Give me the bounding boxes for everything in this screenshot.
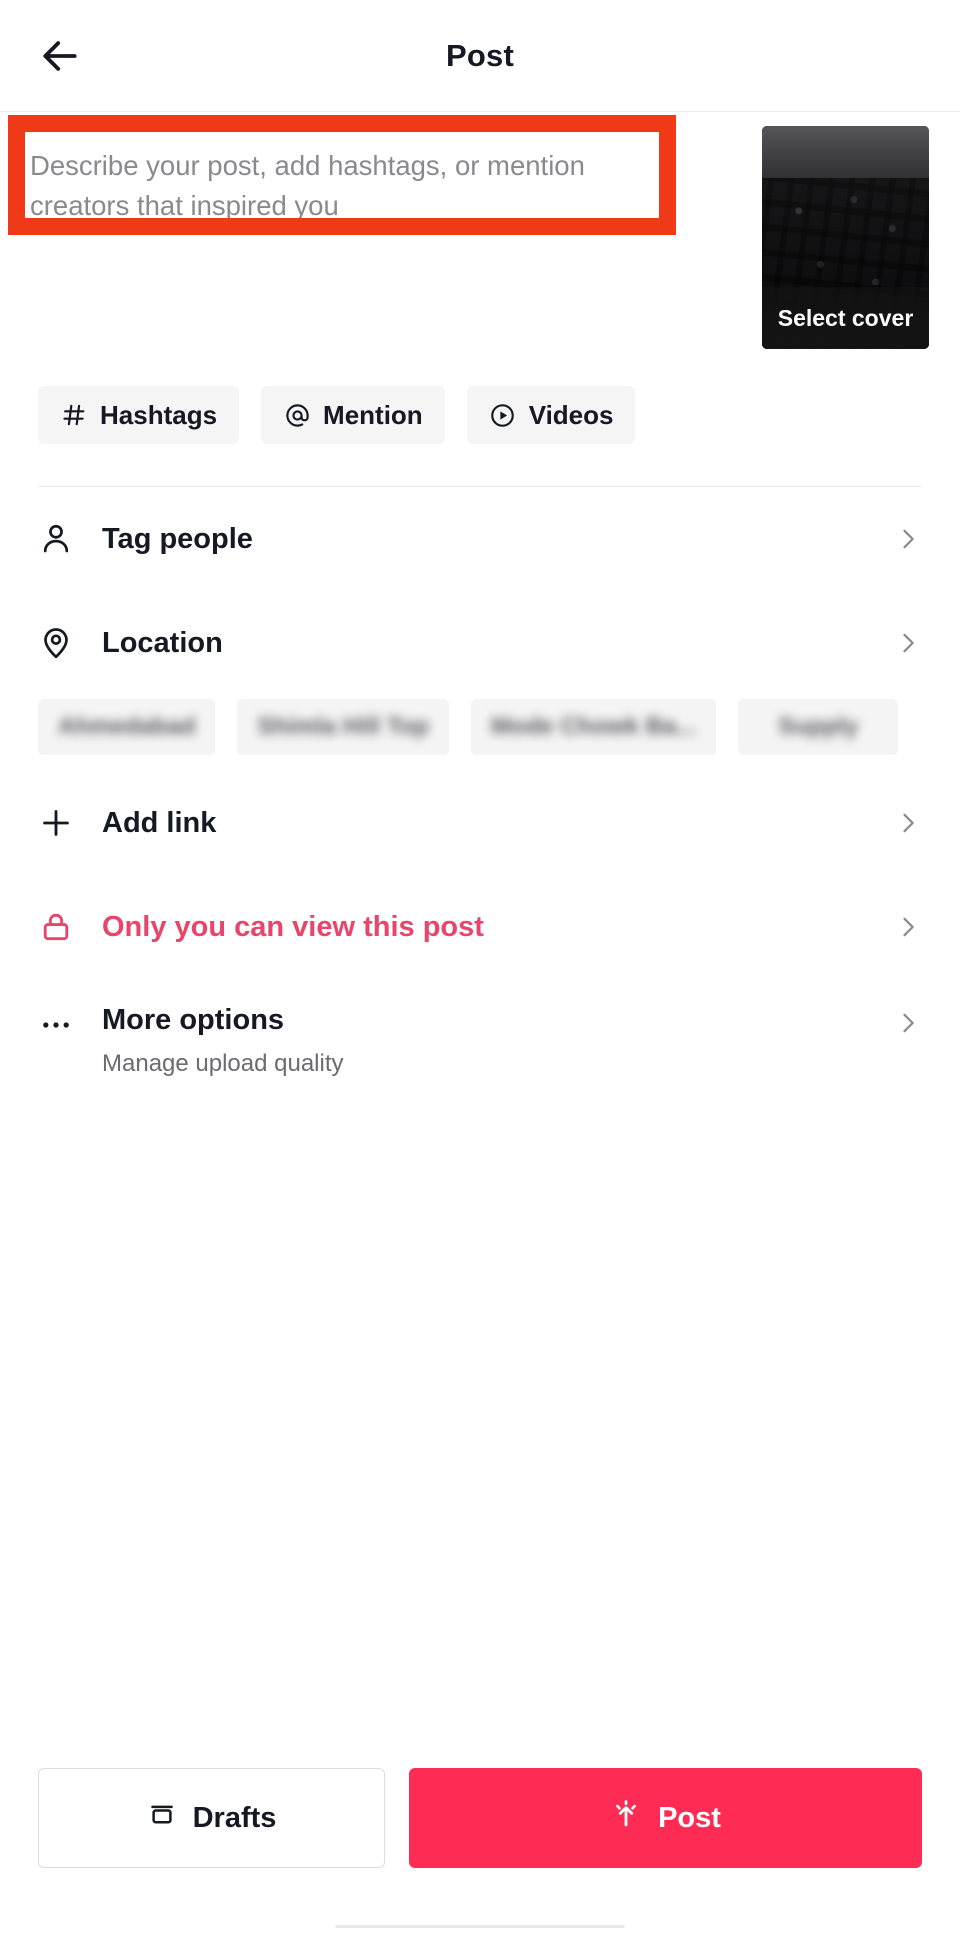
row-tag-people-label: Tag people [102,522,253,555]
chevron-right-icon [892,629,922,657]
upload-sparkle-icon [610,1798,642,1838]
location-suggestion-chip[interactable]: Supply [738,699,899,755]
archive-box-icon [147,1799,177,1837]
row-privacy-body: Only you can view this post [90,910,892,945]
location-pin-icon [38,625,90,661]
chevron-right-icon [892,809,922,837]
drafts-button-label: Drafts [192,1801,277,1834]
row-more-options[interactable]: More options Manage upload quality [38,979,922,1107]
chip-videos-label: Videos [528,399,614,430]
chevron-right-icon [892,913,922,941]
lock-icon [38,909,90,945]
row-add-link-label: Add link [102,806,217,839]
at-mention-icon [283,401,311,429]
location-suggestion-label: Ahmedabad [58,713,196,740]
person-icon [38,521,90,557]
post-screen: Post Describe your post, add hashtags, o… [0,0,960,1933]
drafts-button[interactable]: Drafts [38,1768,385,1868]
ellipsis-icon [38,1003,90,1043]
post-button[interactable]: Post [409,1768,922,1868]
chevron-right-icon [892,1003,922,1037]
caption-placeholder: Describe your post, add hashtags, or men… [30,150,585,221]
row-more-options-subtitle: Manage upload quality [102,1049,344,1077]
play-circle-icon [489,401,517,429]
location-suggestion-chip[interactable]: Shimla Hill Top [237,699,449,755]
chevron-right-icon [892,525,922,553]
location-suggestion-label: Supply [778,713,859,740]
select-cover-label: Select cover [762,287,929,349]
row-location[interactable]: Location [38,591,922,695]
insert-chips-row: Hashtags Mention Videos [0,386,960,444]
home-indicator [0,1919,960,1933]
bottom-action-bar: Drafts Post [0,1758,960,1933]
location-suggestion-chip[interactable]: Ahmedabad [38,699,216,755]
chip-videos[interactable]: Videos [466,386,636,444]
location-suggestion-chip[interactable]: Mode Chowk Ba... [470,699,717,755]
hashtag-icon [60,401,88,429]
home-indicator-bar [335,1924,625,1928]
row-add-link[interactable]: Add link [38,771,922,875]
row-location-label: Location [102,626,223,659]
options-list: Tag people Location [0,487,960,695]
chip-mention-label: Mention [323,399,423,430]
app-header: Post [0,0,960,112]
chip-hashtags-label: Hashtags [100,399,218,430]
page-title: Post [446,37,514,73]
options-list-lower: Add link Only you can view this post Mor… [0,771,960,1107]
back-button[interactable] [32,28,88,84]
location-suggestion-label: Shimla Hill Top [257,713,429,740]
chip-mention[interactable]: Mention [261,386,445,444]
row-privacy[interactable]: Only you can view this post [38,875,922,979]
row-tag-people-body: Tag people [90,522,892,557]
post-button-label: Post [658,1801,721,1834]
arrow-left-icon [43,40,77,71]
row-privacy-label: Only you can view this post [102,910,484,943]
plus-icon [38,805,90,841]
chip-hashtags[interactable]: Hashtags [38,386,240,444]
location-suggestion-chips: Ahmedabad Shimla Hill Top Mode Chowk Ba.… [0,699,960,761]
row-more-options-body: More options Manage upload quality [90,1003,892,1078]
location-suggestion-label: Mode Chowk Ba... [490,713,697,740]
row-add-link-body: Add link [90,806,892,841]
row-location-body: Location [90,626,892,661]
select-cover-thumbnail[interactable]: Select cover [762,126,929,349]
row-more-options-label: More options [102,1004,285,1036]
row-tag-people[interactable]: Tag people [38,487,922,591]
